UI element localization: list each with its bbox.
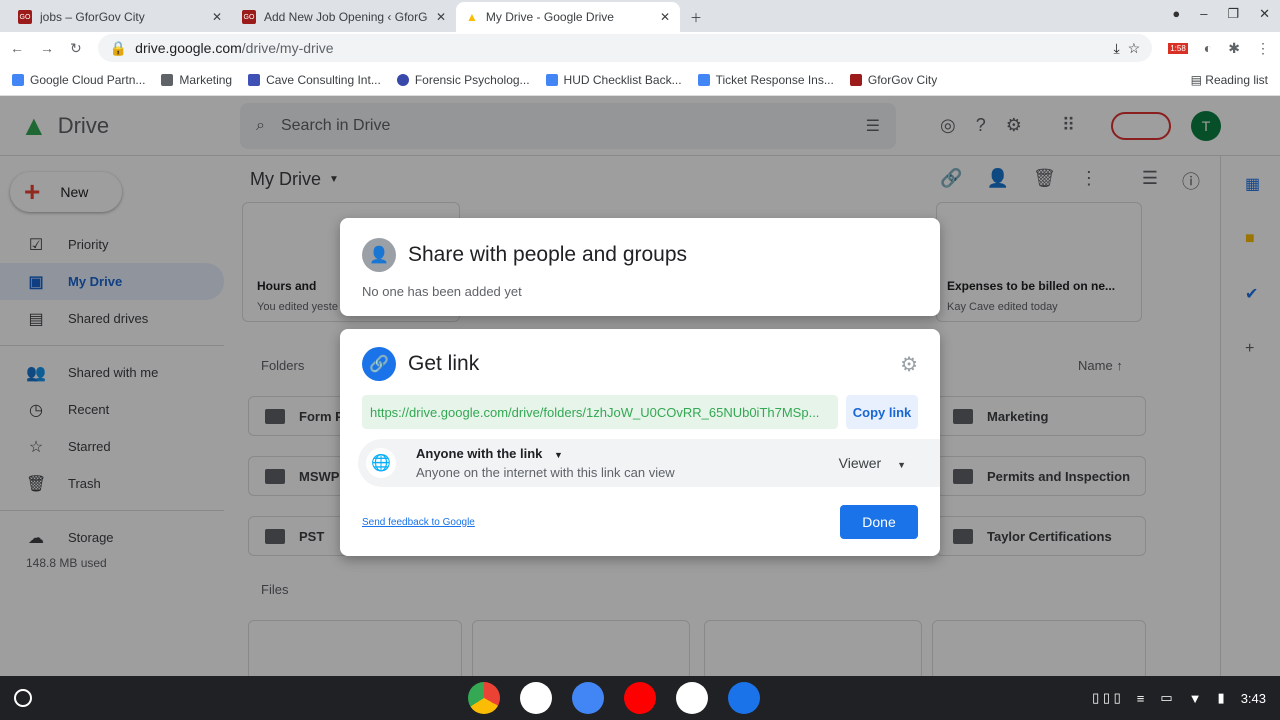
gforgov-favicon: GO [18,10,32,24]
lock-icon: 🔒 [109,39,128,56]
tab-add-job[interactable]: GO Add New Job Opening ‹ GforGov ✕ [232,2,456,32]
play-store-icon[interactable] [676,682,708,714]
forward-icon[interactable]: → [40,40,54,56]
add-person-icon: 👤 [362,238,396,272]
docs-icon[interactable] [572,682,604,714]
bookmark[interactable]: HUD Checklist Back... [545,73,682,87]
access-dropdown[interactable]: Anyone with the link ▼ [416,446,839,461]
link-url-field[interactable]: https://drive.google.com/drive/folders/1… [362,395,838,429]
reading-list[interactable]: ▤ Reading list [1191,73,1268,87]
gear-icon[interactable]: ⚙ [900,352,918,377]
extension-icon[interactable]: ◐ [1204,40,1212,56]
install-icon[interactable]: ⤓ [1113,40,1119,57]
link-access-row: 🌐 Anyone with the link ▼ Anyone on the in… [358,439,940,487]
extension-badge[interactable]: 1:58 [1168,42,1188,54]
youtube-icon[interactable] [624,682,656,714]
drive-favicon: ▲ [466,10,478,24]
screen-capture-icon[interactable]: ▭ [1160,690,1172,706]
done-button[interactable]: Done [840,505,918,539]
gforgov-favicon: GO [242,10,256,24]
wifi-icon[interactable]: ▼ [1189,691,1202,706]
tab-jobs[interactable]: GO jobs – GforGov City ✕ [8,2,232,32]
bookmark[interactable]: Google Cloud Partn... [12,73,145,87]
chrome-icon[interactable] [468,682,500,714]
copy-link-button[interactable]: Copy link [846,395,918,429]
globe-icon: 🌐 [366,448,396,478]
role-dropdown[interactable]: Viewer ▼ [839,455,906,471]
bookmark[interactable]: GforGov City [849,73,937,87]
tab-my-drive[interactable]: ▲ My Drive - Google Drive ✕ [456,2,680,32]
address-bar[interactable]: 🔒 drive.google.com/drive/my-drive ⤓ ☆ [97,34,1153,62]
clock[interactable]: 3:43 [1241,691,1266,706]
puzzle-icon[interactable]: ✱ [1228,40,1240,57]
get-link-panel: 🔗 Get link ⚙ https://drive.google.com/driv… [340,329,940,556]
notes-icon[interactable]: ≡ [1137,691,1145,706]
clipboard-icon[interactable]: ▯ ▯ ▯ [1092,690,1121,706]
bookmark[interactable]: Forensic Psycholog... [396,73,530,87]
tab-strip: GO jobs – GforGov City ✕ GO Add New Job Ope… [0,0,1280,32]
close-icon[interactable]: ✕ [436,10,446,24]
profile-icon[interactable]: ● [1172,6,1180,22]
minimize-icon[interactable]: – [1200,6,1207,22]
launcher-icon[interactable] [14,689,32,707]
bookmark[interactable]: Cave Consulting Int... [248,73,381,87]
close-icon[interactable]: ✕ [212,10,222,24]
battery-icon[interactable]: ▮ [1218,690,1225,706]
reload-icon[interactable]: ↻ [70,40,82,57]
close-window-icon[interactable]: ✕ [1259,6,1270,22]
bookmark[interactable]: Ticket Response Ins... [697,73,834,87]
menu-icon[interactable]: ⋮ [1256,40,1270,57]
toolbar: ← → ↻ 🔒 drive.google.com/drive/my-drive ⤓ ☆ 1… [0,32,1280,64]
back-icon[interactable]: ← [10,40,24,56]
bookmarks-bar: Google Cloud Partn... Marketing Cave Con… [0,64,1280,96]
bookmark[interactable]: Marketing [161,73,232,87]
close-icon[interactable]: ✕ [660,10,670,24]
star-icon[interactable]: ☆ [1128,40,1141,57]
shelf: ▯ ▯ ▯ ≡ ▭ ▼ ▮ 3:43 [0,676,1280,720]
gmail-icon[interactable] [520,682,552,714]
restore-icon[interactable]: ❐ [1227,6,1239,22]
messages-icon[interactable] [728,682,760,714]
send-feedback-link[interactable]: Send feedback to Google [362,517,475,528]
new-tab-button[interactable]: ＋ [680,2,710,32]
link-icon: 🔗 [362,347,396,381]
share-people-panel[interactable]: 👤 Share with people and groups No one has… [340,218,940,316]
